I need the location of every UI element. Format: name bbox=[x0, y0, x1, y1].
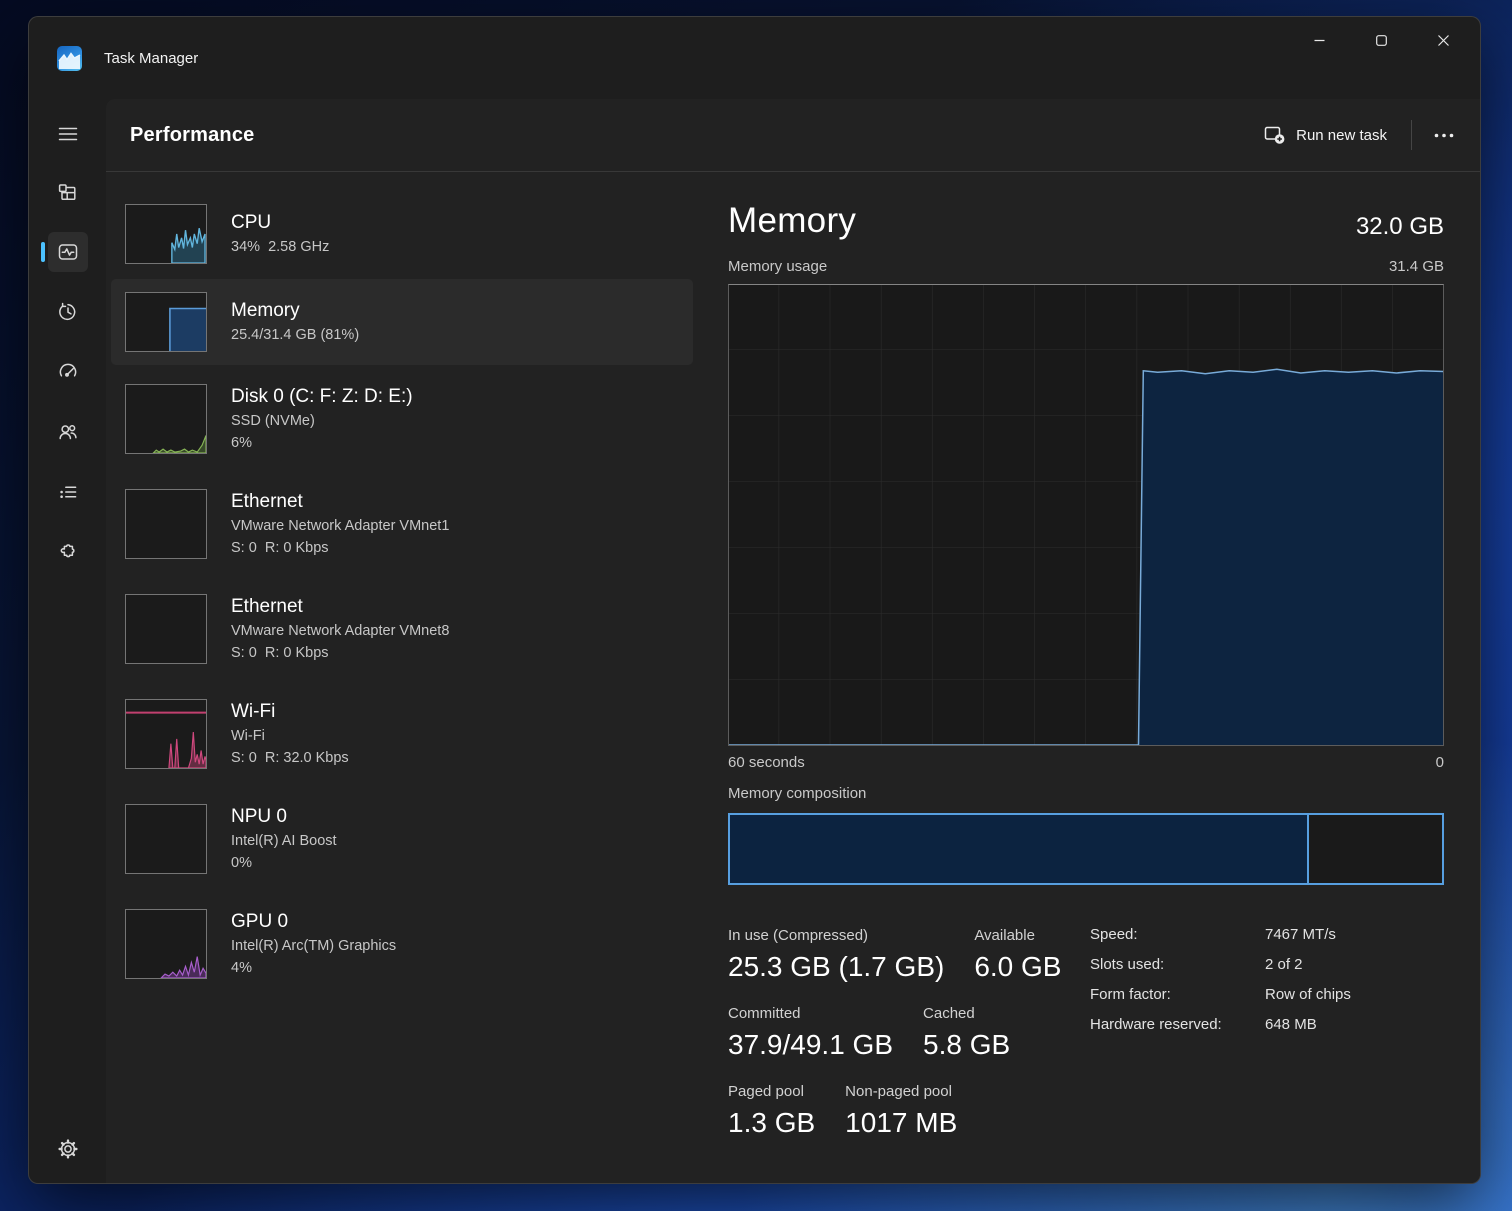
more-options-button[interactable] bbox=[1422, 121, 1466, 150]
perf-item-disk0[interactable]: Disk 0 (C: F: Z: D: E:) SSD (NVMe) 6% bbox=[111, 367, 693, 470]
memory-composition-label: Memory composition bbox=[728, 785, 1444, 805]
time-axis-right: 0 bbox=[1436, 754, 1444, 774]
memory-hardware-details: Speed: 7467 MT/s Slots used: 2 of 2 Form… bbox=[1090, 925, 1444, 1159]
stat-value: 37.9/49.1 GB bbox=[728, 1025, 893, 1065]
detail-value: 2 of 2 bbox=[1265, 955, 1444, 975]
stat-value: 1017 MB bbox=[845, 1103, 957, 1143]
minimize-icon bbox=[1314, 35, 1325, 46]
sidebar-item-app-history[interactable] bbox=[48, 292, 88, 332]
settings-button[interactable] bbox=[48, 1129, 88, 1169]
services-icon bbox=[57, 541, 79, 563]
stat-label: Committed bbox=[728, 1003, 893, 1025]
memory-usage-label: Memory usage bbox=[728, 258, 827, 280]
settings-icon bbox=[57, 1138, 79, 1160]
cpu-mini-graph bbox=[125, 204, 207, 264]
memory-panel-title: Memory bbox=[728, 198, 856, 244]
memory-stats: In use (Compressed) 25.3 GB (1.7 GB) Ava… bbox=[728, 925, 1444, 1159]
detail-value: Row of chips bbox=[1265, 985, 1444, 1005]
navigation-rail bbox=[29, 99, 106, 1183]
processes-icon bbox=[57, 182, 78, 203]
stat-label: In use (Compressed) bbox=[728, 925, 944, 947]
startup-apps-icon bbox=[57, 361, 79, 383]
memory-mini-graph bbox=[125, 292, 207, 352]
close-icon bbox=[1438, 35, 1449, 46]
hamburger-menu-icon bbox=[58, 124, 78, 144]
sidebar-item-users[interactable] bbox=[48, 412, 88, 452]
task-manager-logo-icon bbox=[57, 46, 82, 71]
detail-value: 7467 MT/s bbox=[1265, 925, 1444, 945]
perf-item-npu0[interactable]: NPU 0 Intel(R) AI Boost 0% bbox=[111, 787, 693, 890]
window-controls bbox=[1288, 17, 1474, 63]
time-axis-left: 60 seconds bbox=[728, 754, 805, 774]
memory-capacity: 32.0 GB bbox=[1356, 210, 1444, 244]
window-title: Task Manager bbox=[104, 50, 198, 67]
performance-icon bbox=[57, 241, 79, 263]
detail-label: Speed: bbox=[1090, 925, 1265, 945]
ethernet1-mini-graph bbox=[125, 489, 207, 559]
details-icon bbox=[57, 481, 79, 503]
memory-composition-bar[interactable] bbox=[728, 813, 1444, 885]
run-new-task-label: Run new task bbox=[1296, 127, 1387, 144]
page-title: Performance bbox=[130, 124, 254, 147]
titlebar: Task Manager bbox=[29, 17, 1480, 99]
ethernet2-mini-graph bbox=[125, 594, 207, 664]
sidebar-item-processes[interactable] bbox=[48, 172, 88, 212]
hamburger-menu-button[interactable] bbox=[48, 114, 88, 154]
page-header: Performance Run new task bbox=[106, 99, 1480, 172]
stat-value: 5.8 GB bbox=[923, 1025, 1010, 1065]
close-button[interactable] bbox=[1412, 17, 1474, 63]
selected-indicator bbox=[41, 242, 45, 262]
detail-label: Form factor: bbox=[1090, 985, 1265, 1005]
ellipsis-icon bbox=[1434, 133, 1454, 138]
maximize-button[interactable] bbox=[1350, 17, 1412, 63]
npu-mini-graph bbox=[125, 804, 207, 874]
sidebar-item-startup-apps[interactable] bbox=[48, 352, 88, 392]
gpu-mini-graph bbox=[125, 909, 207, 979]
detail-value: 648 MB bbox=[1265, 1015, 1444, 1035]
detail-label: Slots used: bbox=[1090, 955, 1265, 975]
performance-content: CPU 34% 2.58 GHz Memory 25.4/31.4 GB (81… bbox=[106, 172, 1480, 1183]
perf-item-memory[interactable]: Memory 25.4/31.4 GB (81%) bbox=[111, 279, 693, 365]
detail-label: Hardware reserved: bbox=[1090, 1015, 1265, 1035]
maximize-icon bbox=[1376, 35, 1387, 46]
stat-value: 25.3 GB (1.7 GB) bbox=[728, 947, 944, 987]
stat-label: Available bbox=[974, 925, 1061, 947]
stat-label: Paged pool bbox=[728, 1081, 815, 1103]
memory-scale-max: 31.4 GB bbox=[1389, 258, 1444, 280]
memory-composition-inuse bbox=[730, 815, 1309, 883]
performance-sidebar-list: CPU 34% 2.58 GHz Memory 25.4/31.4 GB (81… bbox=[111, 191, 693, 997]
minimize-button[interactable] bbox=[1288, 17, 1350, 63]
stat-label: Non-paged pool bbox=[845, 1081, 957, 1103]
perf-item-ethernet-vmnet8[interactable]: Ethernet VMware Network Adapter VMnet8 S… bbox=[111, 577, 693, 680]
app-identity: Task Manager bbox=[57, 46, 198, 71]
sidebar-item-services[interactable] bbox=[48, 532, 88, 572]
perf-item-cpu[interactable]: CPU 34% 2.58 GHz bbox=[111, 191, 693, 277]
sidebar-item-details[interactable] bbox=[48, 472, 88, 512]
task-manager-window: Task Manager bbox=[28, 16, 1481, 1184]
run-new-task-icon bbox=[1264, 125, 1286, 145]
header-divider bbox=[1411, 120, 1412, 150]
app-history-icon bbox=[57, 301, 79, 323]
perf-item-wifi[interactable]: Wi-Fi Wi-Fi S: 0 R: 32.0 Kbps bbox=[111, 682, 693, 785]
stat-label: Cached bbox=[923, 1003, 1010, 1025]
memory-usage-graph bbox=[728, 284, 1444, 746]
stat-value: 1.3 GB bbox=[728, 1103, 815, 1143]
content-card: Performance Run new task bbox=[106, 99, 1480, 1183]
memory-detail-panel: Memory 32.0 GB Memory usage 31.4 GB bbox=[728, 172, 1444, 1159]
perf-item-ethernet-vmnet1[interactable]: Ethernet VMware Network Adapter VMnet1 S… bbox=[111, 472, 693, 575]
stat-value: 6.0 GB bbox=[974, 947, 1061, 987]
perf-item-gpu0[interactable]: GPU 0 Intel(R) Arc(TM) Graphics 4% bbox=[111, 892, 693, 995]
users-icon bbox=[57, 421, 79, 443]
run-new-task-button[interactable]: Run new task bbox=[1250, 117, 1401, 153]
disk-mini-graph bbox=[125, 384, 207, 454]
sidebar-item-performance[interactable] bbox=[48, 232, 88, 272]
wifi-mini-graph bbox=[125, 699, 207, 769]
